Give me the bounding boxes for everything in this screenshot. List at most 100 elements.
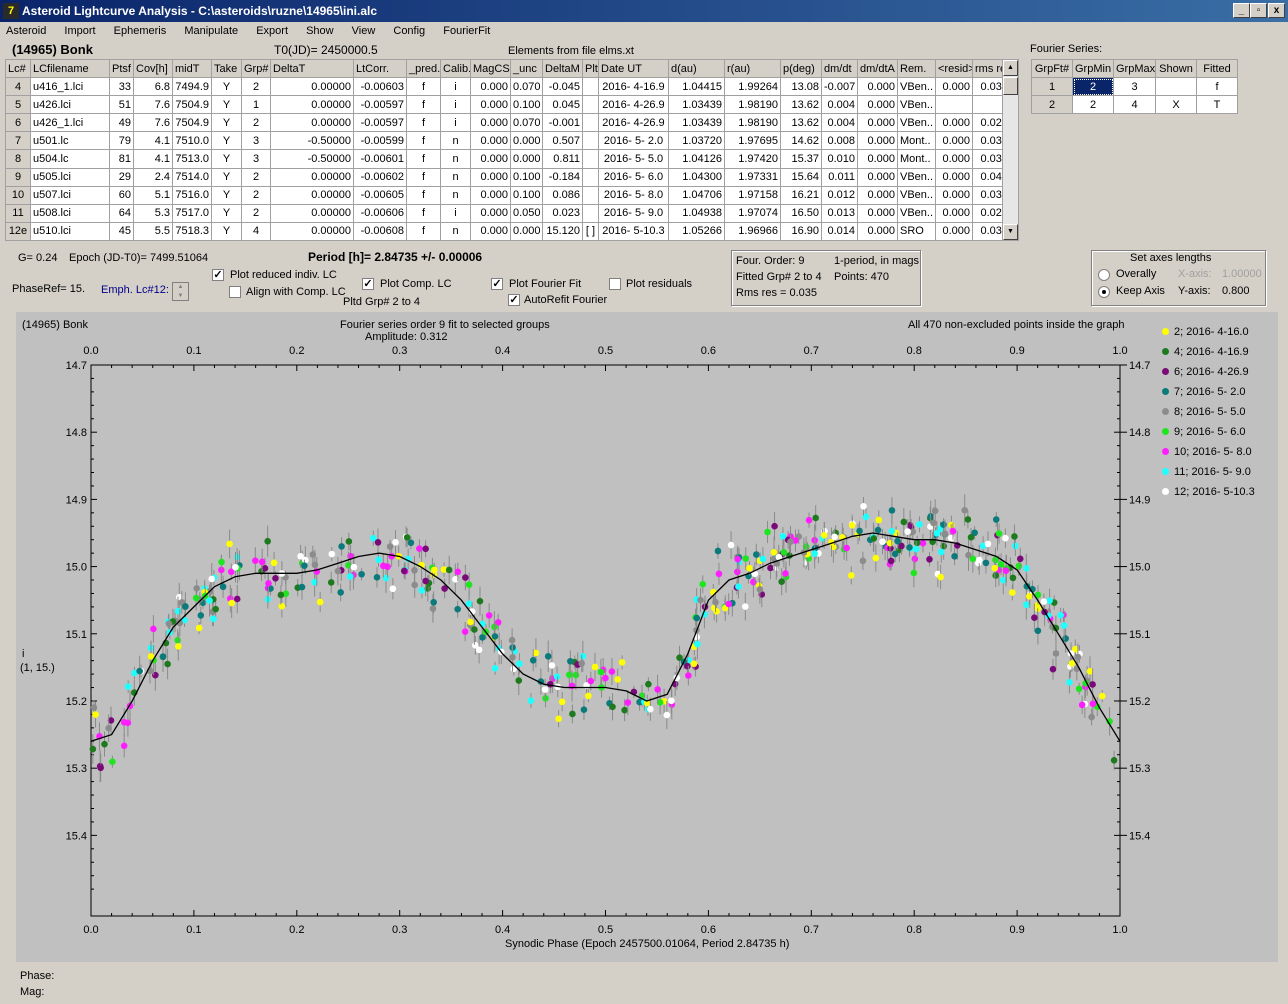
table-row[interactable]: 11 u508.lci 64 5.3 7517.0 Y 2 0.00000 -0.00606 f i…: [5, 203, 1011, 223]
table-cell[interactable]: 7516.0: [172, 185, 212, 205]
table-cell[interactable]: 15.37: [780, 149, 822, 169]
table-cell[interactable]: 0.00000: [270, 203, 354, 223]
table-cell[interactable]: u504.lc: [30, 149, 110, 169]
table-cell[interactable]: 2016- 4-26.9: [598, 95, 669, 115]
table-cell[interactable]: VBen..: [897, 167, 936, 187]
column-header[interactable]: MagCS: [470, 58, 511, 79]
table-cell[interactable]: 7: [5, 131, 31, 151]
table-cell[interactable]: VBen..: [897, 77, 936, 97]
table-cell[interactable]: 1.03439: [668, 95, 725, 115]
table-cell[interactable]: 0.000: [857, 221, 898, 242]
table-cell[interactable]: 1.96966: [724, 221, 781, 242]
table-cell[interactable]: u416_1.lci: [30, 77, 110, 97]
table-cell[interactable]: -0.001: [542, 113, 583, 133]
table-cell[interactable]: 1.05266: [668, 221, 725, 242]
table-cell[interactable]: -0.50000: [270, 131, 354, 151]
fourier-cell[interactable]: X: [1155, 95, 1197, 114]
table-cell[interactable]: 2016- 5- 9.0: [598, 203, 669, 223]
column-header[interactable]: Calib.: [440, 58, 471, 79]
table-cell[interactable]: Y: [211, 149, 242, 169]
table-cell[interactable]: 0.000: [935, 77, 973, 97]
table-row[interactable]: 5 u426.lci 51 7.6 7504.9 Y 1 0.00000 -0.00597 f i 0…: [5, 95, 1011, 115]
lightcurve-plot-panel[interactable]: 0.0 0.0 0.1 0.1 0.2 0.2 0.3 0.3 0.4 0.4 0.5 0.5 0.6 0…: [16, 312, 1278, 962]
column-header[interactable]: _pred.: [406, 58, 441, 79]
table-cell[interactable]: 5: [5, 95, 31, 115]
table-cell[interactable]: 79: [109, 131, 134, 151]
table-cell[interactable]: 4: [241, 221, 271, 242]
table-cell[interactable]: n: [440, 149, 471, 169]
table-cell[interactable]: 0.00000: [270, 77, 354, 97]
table-cell[interactable]: 1.97695: [724, 131, 781, 151]
fourier-cell[interactable]: [1155, 77, 1197, 96]
table-cell[interactable]: 2: [241, 113, 271, 133]
table-cell[interactable]: [582, 203, 599, 223]
table-cell[interactable]: [582, 77, 599, 97]
menu-fourierfit[interactable]: FourierFit: [441, 25, 492, 37]
table-cell[interactable]: VBen..: [897, 95, 936, 115]
table-cell[interactable]: 13.62: [780, 113, 822, 133]
table-cell[interactable]: -0.00606: [353, 203, 407, 223]
lightcurve-plot[interactable]: 0.0 0.0 0.1 0.1 0.2 0.2 0.3 0.3 0.4 0.4 0.5 0.5 0.6 0…: [16, 312, 1278, 962]
table-cell[interactable]: 0.000: [510, 221, 543, 242]
table-cell[interactable]: 2.4: [133, 167, 173, 187]
table-cell[interactable]: 2016- 5- 5.0: [598, 149, 669, 169]
table-cell[interactable]: 13.62: [780, 95, 822, 115]
table-cell[interactable]: f: [406, 203, 441, 223]
scroll-up-button[interactable]: ▲: [1003, 60, 1018, 76]
table-cell[interactable]: 0.100: [510, 167, 543, 187]
table-scrollbar[interactable]: ▲ ▼: [1002, 59, 1019, 241]
table-cell[interactable]: -0.00599: [353, 131, 407, 151]
table-cell[interactable]: 0.008: [821, 131, 858, 151]
y-axis-value[interactable]: 0.800: [1222, 285, 1250, 297]
column-header[interactable]: LtCorr.: [353, 58, 407, 79]
table-cell[interactable]: -0.00601: [353, 149, 407, 169]
table-row[interactable]: 9 u505.lci 29 2.4 7514.0 Y 2 0.00000 -0.00602 f n 0…: [5, 167, 1011, 187]
table-cell[interactable]: 0.811: [542, 149, 583, 169]
table-cell[interactable]: 8: [5, 149, 31, 169]
table-cell[interactable]: 1.97074: [724, 203, 781, 223]
scroll-down-button[interactable]: ▼: [1003, 224, 1018, 240]
table-cell[interactable]: 5.1: [133, 185, 173, 205]
table-cell[interactable]: 0.000: [935, 185, 973, 205]
column-header[interactable]: <resid>: [935, 58, 973, 79]
table-cell[interactable]: Y: [211, 185, 242, 205]
table-cell[interactable]: Y: [211, 203, 242, 223]
spinner-up-icon[interactable]: ▲: [173, 283, 188, 292]
table-cell[interactable]: f: [406, 95, 441, 115]
table-cell[interactable]: [935, 95, 973, 115]
fourier-column-header[interactable]: Fitted: [1196, 59, 1238, 78]
table-cell[interactable]: 9: [5, 167, 31, 187]
table-cell[interactable]: 0.023: [542, 203, 583, 223]
table-cell[interactable]: 0.004: [821, 95, 858, 115]
table-cell[interactable]: 7.6: [133, 95, 173, 115]
table-cell[interactable]: 1.99264: [724, 77, 781, 97]
table-cell[interactable]: -0.00602: [353, 167, 407, 187]
window-title-bar[interactable]: 7 Asteroid Lightcurve Analysis - C:\aste…: [0, 0, 1288, 22]
table-cell[interactable]: 0.000: [935, 167, 973, 187]
x-axis-value[interactable]: 1.00000: [1222, 268, 1262, 280]
table-cell[interactable]: 2: [241, 167, 271, 187]
table-cell[interactable]: 51: [109, 95, 134, 115]
fourier-column-header[interactable]: GrpMin: [1072, 59, 1114, 78]
table-cell[interactable]: u501.lc: [30, 131, 110, 151]
table-cell[interactable]: 2016- 5- 8.0: [598, 185, 669, 205]
table-cell[interactable]: 0.070: [510, 77, 543, 97]
menu-import[interactable]: Import: [62, 25, 97, 37]
table-cell[interactable]: -0.184: [542, 167, 583, 187]
table-cell[interactable]: 0.000: [470, 131, 511, 151]
table-cell[interactable]: 0.013: [821, 203, 858, 223]
column-header[interactable]: Plt: [582, 58, 599, 79]
table-cell[interactable]: 7.6: [133, 113, 173, 133]
table-cell[interactable]: 11: [5, 203, 31, 223]
table-cell[interactable]: 60: [109, 185, 134, 205]
column-header[interactable]: r(au): [724, 58, 781, 79]
menu-asteroid[interactable]: Asteroid: [4, 25, 48, 37]
fourier-row[interactable]: 123 f: [1031, 77, 1238, 96]
table-cell[interactable]: 0.000: [470, 95, 511, 115]
table-cell[interactable]: 0.000: [470, 113, 511, 133]
table-cell[interactable]: 2016- 4-16.9: [598, 77, 669, 97]
table-cell[interactable]: 0.000: [857, 113, 898, 133]
table-cell[interactable]: 0.000: [857, 95, 898, 115]
fourier-cell[interactable]: f: [1196, 77, 1238, 96]
column-header[interactable]: dm/dt: [821, 58, 858, 79]
